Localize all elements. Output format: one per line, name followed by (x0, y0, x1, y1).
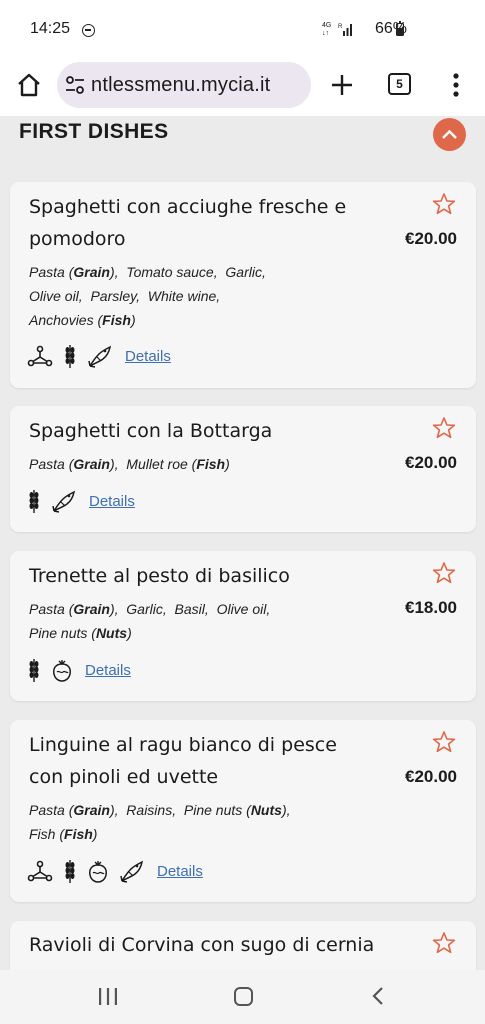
section-title: FIRST DISHES (19, 120, 169, 143)
dish-price: €20.00 (405, 229, 457, 248)
dish-name: Ravioli di Corvina con sugo di cernia (29, 934, 375, 956)
browser-toolbar: ntlessmenu.mycia.it 5 (0, 58, 485, 116)
nut-icon (89, 861, 107, 883)
dish-card[interactable]: Spaghetti con acciughe fresche e pomodor… (10, 182, 476, 388)
dish-ingredients: Pasta (Grain), Mullet roe (Fish) (29, 456, 230, 472)
dish-ingredients: Pasta (Grain), Raisins, Pine nuts (Nuts)… (29, 802, 291, 842)
fish-icon (88, 345, 112, 368)
dish-price: €18.00 (405, 598, 457, 617)
recent-apps-icon[interactable] (98, 988, 118, 1005)
wheat-icon (65, 345, 75, 368)
chevron-up-icon (442, 129, 457, 139)
home-icon[interactable] (14, 70, 44, 100)
status-bar: 14:25 4G ↓↑ R 66% (0, 0, 485, 58)
molecule-icon (27, 345, 53, 367)
wheat-icon (65, 860, 75, 883)
details-link[interactable]: Details (157, 863, 203, 880)
dish-name: Linguine al ragu bianco di pesce con pin… (29, 734, 337, 788)
nut-icon (53, 660, 71, 682)
status-time: 14:25 (30, 20, 71, 37)
dish-card[interactable]: Linguine al ragu bianco di pesce con pin… (10, 720, 476, 902)
favorite-star-icon[interactable] (432, 561, 456, 585)
dish-card[interactable]: Ravioli di Corvina con sugo di cernia (10, 921, 476, 970)
allergen-icons: Details (27, 656, 131, 684)
favorite-star-icon[interactable] (432, 416, 456, 440)
wheat-icon (29, 490, 39, 513)
dish-ingredients: Pasta (Grain), Garlic, Basil, Olive oil,… (29, 601, 271, 641)
details-link[interactable]: Details (89, 493, 135, 510)
favorite-star-icon[interactable] (432, 730, 456, 754)
address-bar[interactable]: ntlessmenu.mycia.it (57, 62, 311, 108)
details-link[interactable]: Details (85, 662, 131, 679)
signal-icon: R (338, 24, 352, 36)
network-label: 4G (322, 22, 332, 29)
allergen-icons: Details (27, 342, 171, 370)
tab-switcher-button[interactable]: 5 (388, 73, 411, 95)
network-type-icon: 4G ↓↑ (322, 22, 332, 37)
fish-icon (120, 860, 144, 883)
dish-price: €20.00 (405, 767, 457, 786)
details-link[interactable]: Details (125, 348, 171, 365)
favorite-star-icon[interactable] (432, 931, 456, 955)
tab-count: 5 (396, 77, 403, 91)
do-not-disturb-icon (82, 24, 95, 37)
dish-ingredients: Pasta (Grain), Tomato sauce, Garlic, Oli… (29, 264, 266, 328)
collapse-section-button[interactable] (433, 118, 466, 151)
url-text: ntlessmenu.mycia.it (91, 74, 271, 96)
favorite-star-icon[interactable] (432, 192, 456, 216)
new-tab-icon[interactable] (327, 70, 357, 100)
menu-content: FIRST DISHES Spaghetti con acciughe fres… (0, 116, 485, 970)
allergen-icons: Details (27, 857, 203, 885)
allergen-icons: Details (27, 487, 135, 515)
system-navigation-bar (0, 970, 485, 1024)
dish-price: €20.00 (405, 453, 457, 472)
home-nav-icon[interactable] (234, 987, 253, 1006)
svg-text:R: R (338, 24, 343, 30)
fish-icon (52, 490, 76, 513)
dish-name: Trenette al pesto di basilico (29, 565, 290, 587)
molecule-icon (27, 860, 53, 882)
battery-icon (396, 21, 404, 36)
more-options-icon[interactable] (444, 70, 468, 100)
site-settings-icon[interactable] (65, 76, 85, 94)
back-icon[interactable] (370, 986, 386, 1006)
dish-name: Spaghetti con acciughe fresche e pomodor… (29, 196, 347, 250)
dish-card[interactable]: Trenette al pesto di basilico €18.00 Pas… (10, 551, 476, 701)
dish-name: Spaghetti con la Bottarga (29, 420, 273, 442)
wheat-icon (29, 659, 39, 682)
dish-card[interactable]: Spaghetti con la Bottarga €20.00 Pasta (… (10, 406, 476, 532)
